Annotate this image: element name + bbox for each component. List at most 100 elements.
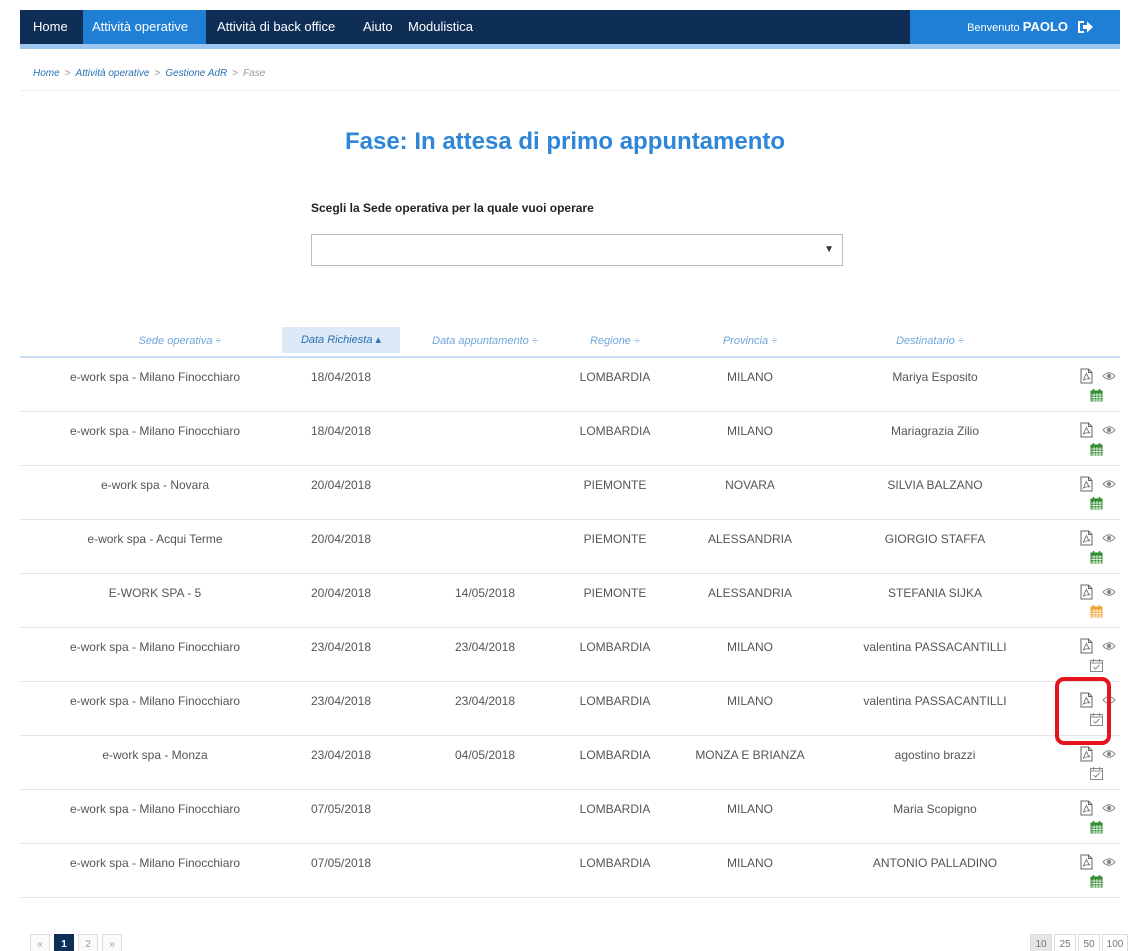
cell-provincia: NOVARA (725, 478, 775, 492)
eye-icon[interactable] (1102, 857, 1116, 867)
cell-sede-operativa: e-work spa - Monza (102, 748, 208, 762)
cell-regione: LOMBARDIA (579, 802, 651, 816)
pagination-page-2[interactable]: 2 (78, 934, 98, 951)
column-header-provincia[interactable]: Provincia ÷ (700, 335, 800, 347)
cell-provincia: ALESSANDRIA (707, 532, 793, 546)
cell-destinatario: Mariya Esposito (892, 370, 978, 384)
calendar-icon[interactable] (1090, 443, 1103, 456)
row-actions (1080, 854, 1120, 894)
table-row: e-work spa - Milano Finocchiaro 18/04/201… (20, 412, 1120, 466)
cell-destinatario: STEFANIA SIJKA (887, 586, 983, 600)
nav-modulistica[interactable]: Modulistica (408, 10, 473, 44)
pdf-icon[interactable] (1080, 368, 1093, 384)
pdf-icon[interactable] (1080, 800, 1093, 816)
welcome-text: Benvenuto PAOLO (967, 19, 1068, 34)
pagination-prev[interactable]: « (30, 934, 50, 951)
cell-provincia: MILANO (726, 802, 773, 816)
calendar-icon[interactable] (1090, 497, 1103, 510)
calendar-icon[interactable] (1090, 551, 1103, 564)
calendar-check-icon[interactable] (1090, 767, 1103, 780)
column-header-destinatario[interactable]: Destinatario ÷ (860, 335, 1000, 347)
page-size-10[interactable]: 10 (1030, 934, 1052, 951)
calendar-icon[interactable] (1090, 821, 1103, 834)
breadcrumb-home[interactable]: Home (33, 68, 60, 79)
calendar-icon[interactable] (1090, 605, 1103, 618)
cell-provincia: MILANO (726, 424, 773, 438)
table-row: e-work spa - Acqui Terme 20/04/2018 PIEMON… (20, 520, 1120, 574)
pagination-next[interactable]: » (102, 934, 122, 951)
cell-destinatario: SILVIA BALZANO (887, 478, 983, 492)
select-label: Scegli la Sede operativa per la quale vu… (311, 201, 594, 215)
cell-regione: LOMBARDIA (579, 856, 651, 870)
table-row: e-work spa - Milano Finocchiaro 07/05/201… (20, 790, 1120, 844)
cell-data-richiesta: 23/04/2018 (310, 694, 372, 708)
pdf-icon[interactable] (1080, 584, 1093, 600)
page-size-25[interactable]: 25 (1054, 934, 1076, 951)
breadcrumb-gestione-adr[interactable]: Gestione AdR (165, 68, 227, 79)
pdf-icon[interactable] (1080, 422, 1093, 438)
cell-provincia: MILANO (726, 370, 773, 384)
table-row: e-work spa - Milano Finocchiaro 07/05/201… (20, 844, 1120, 898)
table-row: e-work spa - Novara 20/04/2018 PIEMONTE NOV… (20, 466, 1120, 520)
dropdown-arrow-icon: ▼ (824, 244, 834, 255)
cell-sede-operativa: e-work spa - Milano Finocchiaro (69, 856, 241, 870)
pdf-icon[interactable] (1080, 638, 1093, 654)
column-header-data-appuntamento[interactable]: Data appuntamento ÷ (410, 335, 560, 347)
nav-attivita-operative[interactable]: Attività operative (83, 10, 206, 44)
pdf-icon[interactable] (1080, 854, 1093, 870)
eye-icon[interactable] (1102, 587, 1116, 597)
cell-provincia: MONZA E BRIANZA (695, 748, 805, 762)
eye-icon[interactable] (1102, 479, 1116, 489)
cell-sede-operativa: e-work spa - Milano Finocchiaro (69, 694, 241, 708)
pdf-icon[interactable] (1080, 530, 1093, 546)
cell-data-appuntamento: 14/05/2018 (454, 586, 516, 600)
eye-icon[interactable] (1102, 749, 1116, 759)
user-area: Benvenuto PAOLO (910, 10, 1120, 44)
top-navbar: Home Attività operative Attività di back… (20, 10, 1120, 44)
cell-data-appuntamento: 23/04/2018 (454, 640, 516, 654)
eye-icon[interactable] (1102, 425, 1116, 435)
table-row: E-WORK SPA - 5 20/04/2018 14/05/2018 PIEMON… (20, 574, 1120, 628)
pdf-icon[interactable] (1080, 476, 1093, 492)
cell-sede-operativa: e-work spa - Novara (100, 478, 210, 492)
pagination-page-1[interactable]: 1 (54, 934, 74, 951)
eye-icon[interactable] (1102, 803, 1116, 813)
nav-attivita-back-office[interactable]: Attività di back office (217, 10, 335, 44)
cell-sede-operativa: E-WORK SPA - 5 (108, 586, 202, 600)
page-size-100[interactable]: 100 (1102, 934, 1128, 951)
user-name: PAOLO (1022, 19, 1068, 34)
eye-icon[interactable] (1102, 371, 1116, 381)
cell-sede-operativa: e-work spa - Acqui Terme (87, 532, 223, 546)
calendar-icon[interactable] (1090, 875, 1103, 888)
cell-provincia: MILANO (726, 856, 773, 870)
nav-home[interactable]: Home (33, 10, 68, 44)
row-actions (1080, 584, 1120, 624)
cell-regione: PIEMONTE (583, 586, 647, 600)
page-size-50[interactable]: 50 (1078, 934, 1100, 951)
breadcrumb-attivita-operative[interactable]: Attività operative (76, 68, 150, 79)
row-actions (1080, 422, 1120, 462)
column-header-regione[interactable]: Regione ÷ (570, 335, 660, 347)
cell-provincia: MILANO (726, 694, 773, 708)
calendar-icon[interactable] (1090, 389, 1103, 402)
row-actions (1080, 476, 1120, 516)
page-title: Fase: In attesa di primo appuntamento (344, 128, 786, 155)
calendar-check-icon[interactable] (1090, 659, 1103, 672)
column-header-sede-operativa[interactable]: Sede operativa ÷ (90, 335, 270, 347)
cell-sede-operativa: e-work spa - Milano Finocchiaro (69, 640, 241, 654)
logout-icon[interactable] (1076, 19, 1094, 35)
pdf-icon[interactable] (1080, 746, 1093, 762)
column-header-data-richiesta[interactable]: Data Richiesta ▴ (282, 327, 400, 353)
cell-regione: LOMBARDIA (579, 640, 651, 654)
cell-data-richiesta: 07/05/2018 (310, 856, 372, 870)
nav-aiuto[interactable]: Aiuto (363, 10, 393, 44)
cell-data-richiesta: 23/04/2018 (310, 748, 372, 762)
table-row: e-work spa - Milano Finocchiaro 23/04/201… (20, 682, 1120, 736)
nav-underline (20, 44, 1120, 49)
eye-icon[interactable] (1102, 641, 1116, 651)
sede-operativa-select[interactable]: ▼ (311, 234, 843, 266)
cell-data-appuntamento: 04/05/2018 (454, 748, 516, 762)
eye-icon[interactable] (1102, 533, 1116, 543)
row-actions (1080, 800, 1120, 840)
cell-regione: LOMBARDIA (579, 370, 651, 384)
